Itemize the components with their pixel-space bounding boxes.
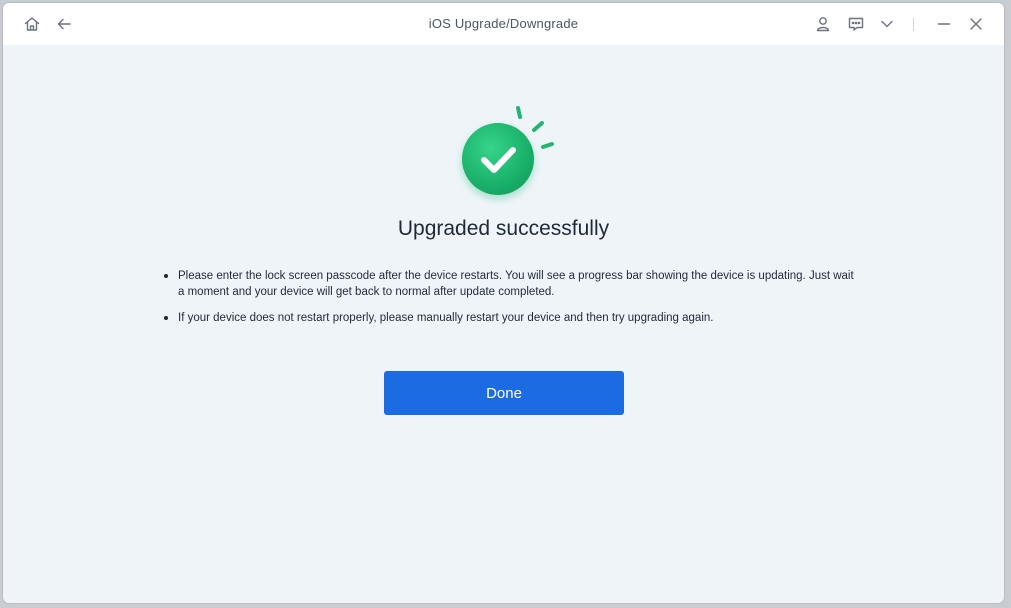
home-icon[interactable] (20, 12, 44, 36)
title-bar-separator (913, 18, 914, 31)
bullet-icon (164, 274, 168, 278)
list-item: Please enter the lock screen passcode af… (164, 268, 854, 300)
result-panel: Upgraded successfully Please enter the l… (3, 45, 1004, 603)
user-icon[interactable] (811, 12, 835, 36)
back-arrow-icon[interactable] (52, 12, 76, 36)
done-button[interactable]: Done (384, 371, 624, 415)
result-headline: Upgraded successfully (397, 217, 610, 240)
list-item: If your device does not restart properly… (164, 310, 854, 326)
minimize-icon[interactable] (932, 12, 956, 36)
instruction-text: Please enter the lock screen passcode af… (178, 270, 854, 298)
success-check-icon (462, 106, 554, 195)
bullet-icon (164, 316, 168, 320)
title-bar: iOS Upgrade/Downgrade (3, 3, 1004, 45)
instruction-list: Please enter the lock screen passcode af… (164, 268, 854, 336)
feedback-icon[interactable] (844, 12, 868, 36)
instruction-text: If your device does not restart properly… (178, 312, 714, 324)
close-icon[interactable] (964, 12, 988, 36)
chevron-down-icon[interactable] (875, 12, 899, 36)
app-window: iOS Upgrade/Downgrade Upgraded successfu… (2, 2, 1005, 604)
